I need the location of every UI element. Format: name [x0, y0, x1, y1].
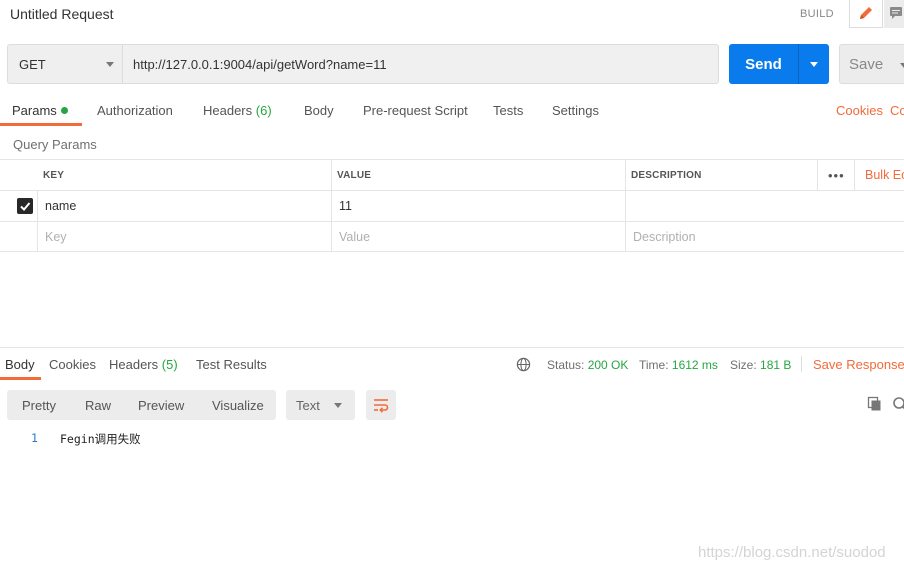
status-label: Status:	[547, 358, 585, 372]
param-value-input[interactable]: 11	[339, 191, 352, 221]
comments-button[interactable]	[884, 0, 904, 28]
active-tab-underline	[0, 123, 82, 126]
response-tab-cookies[interactable]: Cookies	[49, 357, 96, 372]
view-visualize[interactable]: Visualize	[212, 398, 264, 413]
cookies-link[interactable]: Cookies	[836, 103, 883, 118]
more-options-icon[interactable]: •••	[828, 168, 845, 183]
column-divider	[331, 222, 332, 252]
response-tab-headers-label: Headers	[109, 357, 159, 372]
send-label: Send	[745, 55, 782, 73]
tab-settings[interactable]: Settings	[552, 103, 599, 118]
new-description-input[interactable]: Description	[633, 222, 696, 252]
size-label: Size:	[730, 358, 757, 372]
code-link[interactable]: Co	[890, 103, 904, 118]
send-button[interactable]: Send	[729, 44, 829, 84]
tab-params[interactable]: Params	[12, 103, 68, 118]
copy-icon[interactable]	[867, 396, 883, 412]
title-bar: Untitled Request BUILD	[0, 0, 904, 30]
param-enabled-checkbox[interactable]	[17, 198, 33, 214]
response-tab-headers[interactable]: Headers (5)	[109, 357, 178, 372]
url-input[interactable]: http://127.0.0.1:9004/api/getWord?name=1…	[123, 44, 719, 84]
column-divider	[331, 191, 332, 221]
column-divider	[331, 160, 332, 190]
tab-pre-request-script[interactable]: Pre-request Script	[363, 103, 468, 118]
edit-mode-button[interactable]	[849, 0, 883, 28]
chevron-down-icon	[334, 403, 342, 408]
url-value: http://127.0.0.1:9004/api/getWord?name=1…	[133, 56, 387, 72]
tab-headers[interactable]: Headers (6)	[203, 103, 272, 118]
response-tab-test-results[interactable]: Test Results	[196, 357, 267, 372]
tab-body[interactable]: Body	[304, 103, 334, 118]
request-tabs: Params Authorization Headers (6) Body Pr…	[0, 96, 904, 126]
save-options-chevron-icon[interactable]	[900, 63, 904, 68]
time-value: 1612 ms	[671, 358, 718, 372]
response-active-underline	[0, 377, 41, 380]
comment-icon	[890, 7, 902, 19]
request-title[interactable]: Untitled Request	[10, 6, 114, 22]
globe-icon[interactable]	[516, 357, 531, 372]
response-bar: Body Cookies Headers (5) Test Results St…	[0, 347, 904, 380]
tab-tests[interactable]: Tests	[493, 103, 523, 118]
chevron-down-icon	[106, 62, 114, 67]
time-readout[interactable]: Time: 1612 ms	[639, 358, 718, 372]
watermark: https://blog.csdn.net/suodod	[698, 544, 886, 561]
response-tab-body[interactable]: Body	[5, 357, 35, 372]
response-body-text: Fegin调用失败	[60, 432, 141, 446]
search-icon[interactable]	[892, 396, 904, 412]
view-pretty[interactable]: Pretty	[22, 398, 56, 413]
column-header-description: DESCRIPTION	[631, 169, 702, 181]
column-divider	[37, 222, 38, 252]
column-divider	[625, 222, 626, 252]
column-divider	[854, 160, 855, 190]
tab-params-label: Params	[12, 103, 57, 118]
wrap-lines-icon	[374, 399, 389, 413]
column-divider	[817, 160, 818, 190]
status-readout: Status: 200 OK	[547, 358, 628, 372]
send-divider	[798, 44, 799, 84]
checkmark-icon	[20, 202, 31, 211]
column-divider	[625, 160, 626, 190]
status-value: 200 OK	[587, 358, 629, 372]
table-header-row: KEY VALUE DESCRIPTION ••• Bulk Ec	[0, 159, 904, 190]
column-header-value: VALUE	[337, 169, 372, 181]
time-label: Time:	[639, 358, 669, 372]
edit-icon	[860, 6, 872, 19]
save-label: Save	[849, 56, 884, 73]
query-params-title: Query Params	[13, 137, 97, 152]
response-format-select[interactable]: Text	[286, 390, 355, 420]
build-mode-label[interactable]: BUILD	[800, 8, 834, 20]
table-row: name 11	[0, 190, 904, 221]
wrap-lines-button[interactable]	[366, 390, 396, 420]
status-separator	[801, 356, 802, 372]
size-value: 181 B	[760, 358, 792, 372]
view-raw[interactable]: Raw	[85, 398, 111, 413]
tab-authorization[interactable]: Authorization	[97, 103, 173, 118]
line-number: 1	[31, 431, 38, 445]
new-value-input[interactable]: Value	[339, 222, 370, 252]
param-key-input[interactable]: name	[45, 191, 76, 221]
save-response-button[interactable]: Save Response	[813, 357, 904, 372]
bulk-edit-link[interactable]: Bulk Ec	[865, 160, 904, 190]
column-divider	[625, 191, 626, 221]
request-url-row: GET http://127.0.0.1:9004/api/getWord?na…	[7, 44, 904, 84]
method-select[interactable]: GET	[7, 44, 123, 84]
send-options-chevron-icon[interactable]	[810, 62, 818, 67]
method-value: GET	[19, 56, 46, 72]
column-divider	[37, 191, 38, 221]
response-view-mode-group: Pretty Raw Preview Visualize	[7, 390, 276, 420]
params-active-dot	[60, 107, 68, 114]
response-format-value: Text	[296, 398, 320, 413]
tab-headers-count: (6)	[255, 103, 272, 118]
save-button[interactable]: Save	[839, 44, 904, 84]
response-tab-headers-count: (5)	[161, 357, 178, 372]
column-header-key: KEY	[43, 169, 65, 181]
view-preview[interactable]: Preview	[138, 398, 184, 413]
param-description-input[interactable]	[633, 191, 813, 221]
table-row-new: Key Value Description	[0, 221, 904, 252]
new-key-input[interactable]: Key	[45, 222, 67, 252]
size-readout[interactable]: Size: 181 B	[730, 358, 791, 372]
tab-headers-label: Headers	[203, 103, 253, 118]
response-code-line: 1 Fegin调用失败	[0, 430, 904, 448]
